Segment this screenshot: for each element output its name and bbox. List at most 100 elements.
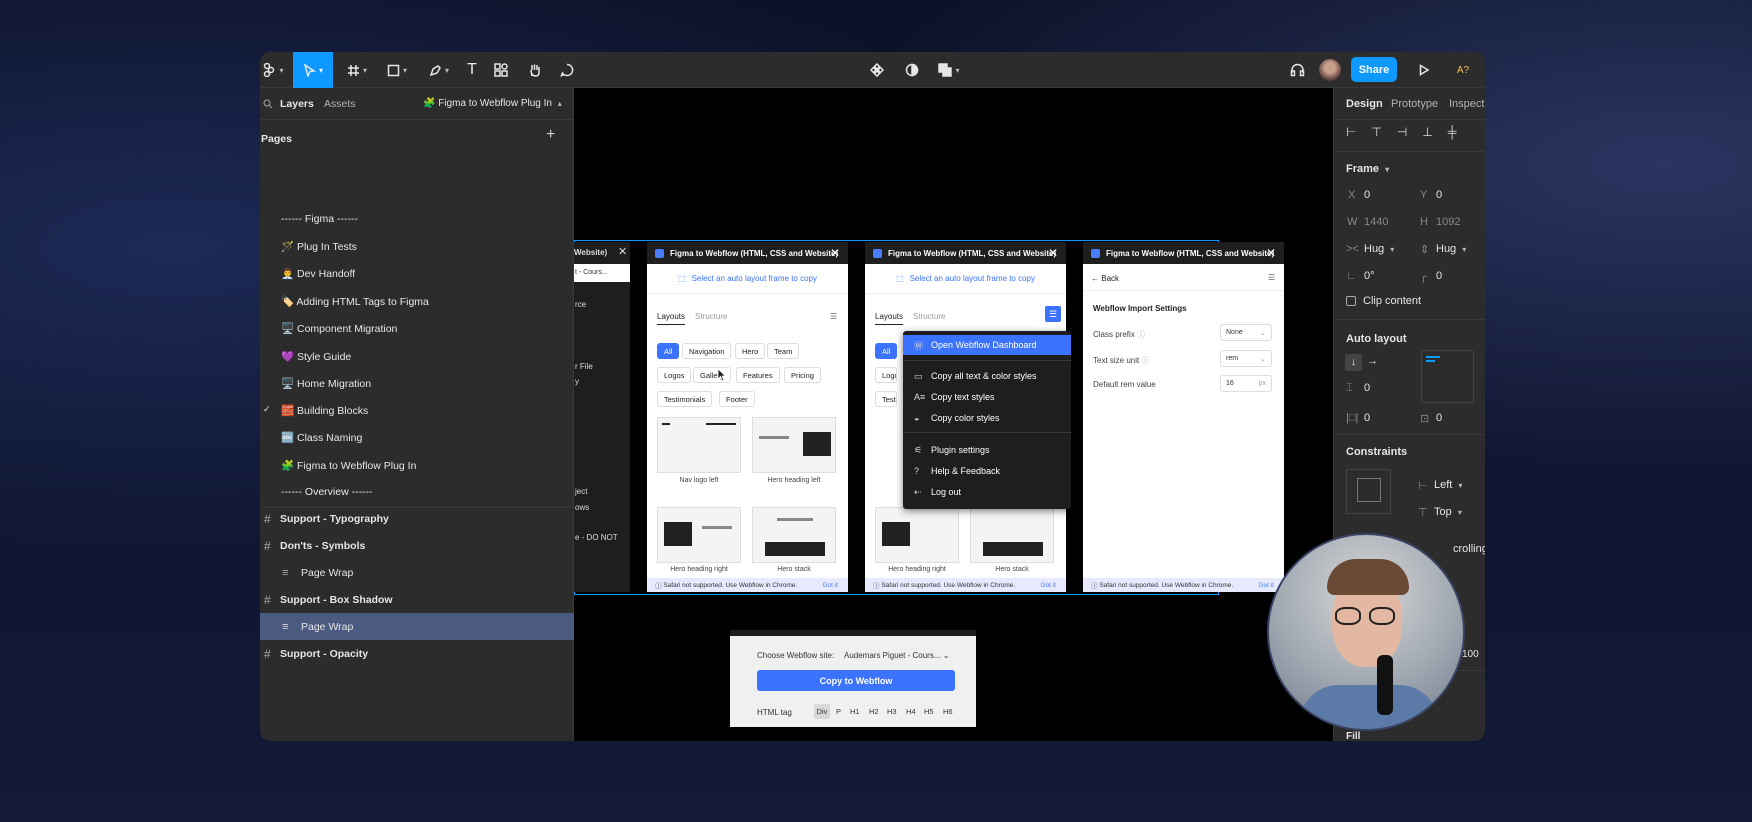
hand-tool-button[interactable] <box>524 52 546 88</box>
audio-button[interactable] <box>1286 52 1308 88</box>
opacity-value[interactable]: 100 <box>1462 649 1479 660</box>
menu-icon-active[interactable]: ☰ <box>1045 306 1061 322</box>
page-item[interactable]: ------ Overview ------ <box>281 482 373 502</box>
class-prefix-select[interactable]: None ⌄ <box>1220 324 1272 341</box>
layout-thumb[interactable] <box>752 507 836 563</box>
resources-button[interactable] <box>490 52 512 88</box>
hug-width-select[interactable]: Hug ▾ <box>1364 243 1394 255</box>
page-item[interactable]: 💜 Style Guide <box>281 346 351 366</box>
w-input[interactable]: 1440 <box>1364 216 1388 228</box>
tag-h4[interactable]: H4 <box>906 707 916 716</box>
layer-row-selected[interactable]: ≡ Page Wrap <box>260 613 574 640</box>
page-item[interactable]: 🖥️ Home Migration <box>281 373 371 393</box>
constraints-widget[interactable] <box>1346 469 1391 514</box>
layer-row[interactable]: # Support - Typography <box>260 505 574 532</box>
vertical-constraint-select[interactable]: Top ▾ <box>1434 506 1462 518</box>
add-page-icon[interactable]: + <box>546 126 555 144</box>
layout-thumb[interactable] <box>657 507 741 563</box>
layer-row[interactable]: ≡ Page Wrap <box>260 559 574 586</box>
filter-features[interactable]: Features <box>736 367 780 383</box>
direction-vertical-icon[interactable]: ↓ <box>1345 354 1362 371</box>
page-item[interactable]: 🧱 Building Blocks <box>281 400 368 420</box>
menu-icon[interactable]: ☰ <box>830 312 837 321</box>
tag-h6[interactable]: H6 <box>943 707 953 716</box>
tag-h5[interactable]: H5 <box>924 707 934 716</box>
page-item[interactable]: 🏷️ Adding HTML Tags to Figma <box>281 291 429 311</box>
tab-design[interactable]: Design <box>1346 98 1383 110</box>
filter-navigation[interactable]: Navigation <box>682 343 732 359</box>
menu-plugin-settings[interactable]: ⚟ Plugin settings <box>903 440 1071 460</box>
layer-row[interactable]: # Support - Box Shadow <box>260 586 574 613</box>
filter-team[interactable]: Team <box>767 343 800 359</box>
menu-help-feedback[interactable]: ? Help & Feedback <box>903 461 1071 481</box>
layout-thumb[interactable] <box>875 507 959 563</box>
shape-tool-button[interactable]: ▾ <box>381 52 413 88</box>
got-it-link[interactable]: Got it <box>822 582 838 589</box>
component-tool-button[interactable] <box>866 52 888 88</box>
page-item[interactable]: 🪄 Plug In Tests <box>281 236 357 256</box>
tab-structure[interactable]: Structure <box>695 312 727 321</box>
filter-logos[interactable]: Logos <box>657 367 692 383</box>
contrast-button[interactable] <box>901 52 923 88</box>
filter-testimonials[interactable]: Testimonials <box>875 391 897 407</box>
clip-content-checkbox[interactable] <box>1346 296 1356 306</box>
tab-layouts[interactable]: Layouts <box>875 312 904 325</box>
user-avatar[interactable] <box>1319 59 1341 81</box>
close-icon[interactable]: ✕ <box>1266 246 1276 260</box>
page-item[interactable]: 👨‍💼 Dev Handoff <box>281 263 355 283</box>
tag-h2[interactable]: H2 <box>869 707 879 716</box>
padding-h-input[interactable]: 0 <box>1364 412 1370 424</box>
filter-pricing[interactable]: Pricing <box>784 367 821 383</box>
tab-layers[interactable]: Layers <box>280 98 314 110</box>
filter-hero[interactable]: Hero <box>735 343 766 359</box>
layout-thumb[interactable] <box>657 417 741 473</box>
back-button[interactable]: ← Back <box>1091 274 1119 283</box>
present-button[interactable] <box>1413 52 1435 88</box>
frame-title[interactable]: Frame ▾ <box>1346 163 1389 175</box>
text-tool-button[interactable]: T <box>461 52 483 88</box>
tab-structure[interactable]: Structure <box>913 312 945 321</box>
y-input[interactable]: 0 <box>1436 189 1442 201</box>
frame-tool-button[interactable]: ▾ <box>341 52 373 88</box>
site-dropdown[interactable]: t - Cours... <box>574 264 630 282</box>
rotation-input[interactable]: 0° <box>1364 270 1375 282</box>
boolean-button[interactable]: ▾ <box>935 52 963 88</box>
close-icon[interactable]: ✕ <box>618 245 627 258</box>
page-item[interactable]: 🖥️ Component Migration <box>281 318 397 338</box>
direction-horizontal-icon[interactable]: → <box>1367 355 1378 367</box>
tab-layouts[interactable]: Layouts <box>657 312 686 325</box>
close-icon[interactable]: ✕ <box>830 246 840 260</box>
tag-div[interactable]: Div <box>814 704 830 719</box>
tab-assets[interactable]: Assets <box>324 98 356 110</box>
gap-input[interactable]: 0 <box>1364 382 1370 394</box>
filter-all[interactable]: All <box>875 343 898 359</box>
filter-logos[interactable]: Logos <box>875 367 897 383</box>
tag-p[interactable]: P <box>836 707 841 716</box>
layer-row[interactable]: # Support - Opacity <box>260 640 574 667</box>
menu-copy-all-styles[interactable]: ▭ Copy all text & color styles <box>903 366 1071 386</box>
page-selector[interactable]: 🧩 Figma to Webflow Plug In ▴ <box>423 98 562 109</box>
got-it-link[interactable]: Got it <box>1258 582 1274 589</box>
rem-input[interactable]: 16 px <box>1220 375 1272 392</box>
page-item[interactable]: 🔤 Class Naming <box>281 427 362 447</box>
copy-to-webflow-button[interactable]: Copy to Webflow <box>757 670 955 691</box>
pen-tool-button[interactable]: ▾ <box>423 52 455 88</box>
menu-icon[interactable]: ☰ <box>1268 273 1275 282</box>
search-icon[interactable] <box>263 99 273 109</box>
layout-thumb[interactable] <box>752 417 836 473</box>
menu-copy-color-styles[interactable]: ◒ Copy color styles <box>903 408 1071 428</box>
figma-menu-button[interactable]: ▾ <box>260 52 286 88</box>
horizontal-constraint-select[interactable]: Left ▾ <box>1434 479 1462 491</box>
padding-v-input[interactable]: 0 <box>1436 412 1442 424</box>
tag-h3[interactable]: H3 <box>887 707 897 716</box>
tag-h1[interactable]: H1 <box>850 707 860 716</box>
page-item-current[interactable]: 🧩 Figma to Webflow Plug In <box>281 455 416 475</box>
hug-height-select[interactable]: Hug ▾ <box>1436 243 1466 255</box>
x-input[interactable]: 0 <box>1364 189 1370 201</box>
tab-inspect[interactable]: Inspect <box>1449 98 1484 110</box>
alignment-grid[interactable] <box>1421 350 1474 403</box>
menu-copy-text-styles[interactable]: A≡ Copy text styles <box>903 387 1071 407</box>
filter-all[interactable]: All <box>657 343 680 359</box>
page-item[interactable]: ------ Figma ------ <box>281 209 358 229</box>
zoom-menu[interactable]: A? <box>1448 52 1478 88</box>
